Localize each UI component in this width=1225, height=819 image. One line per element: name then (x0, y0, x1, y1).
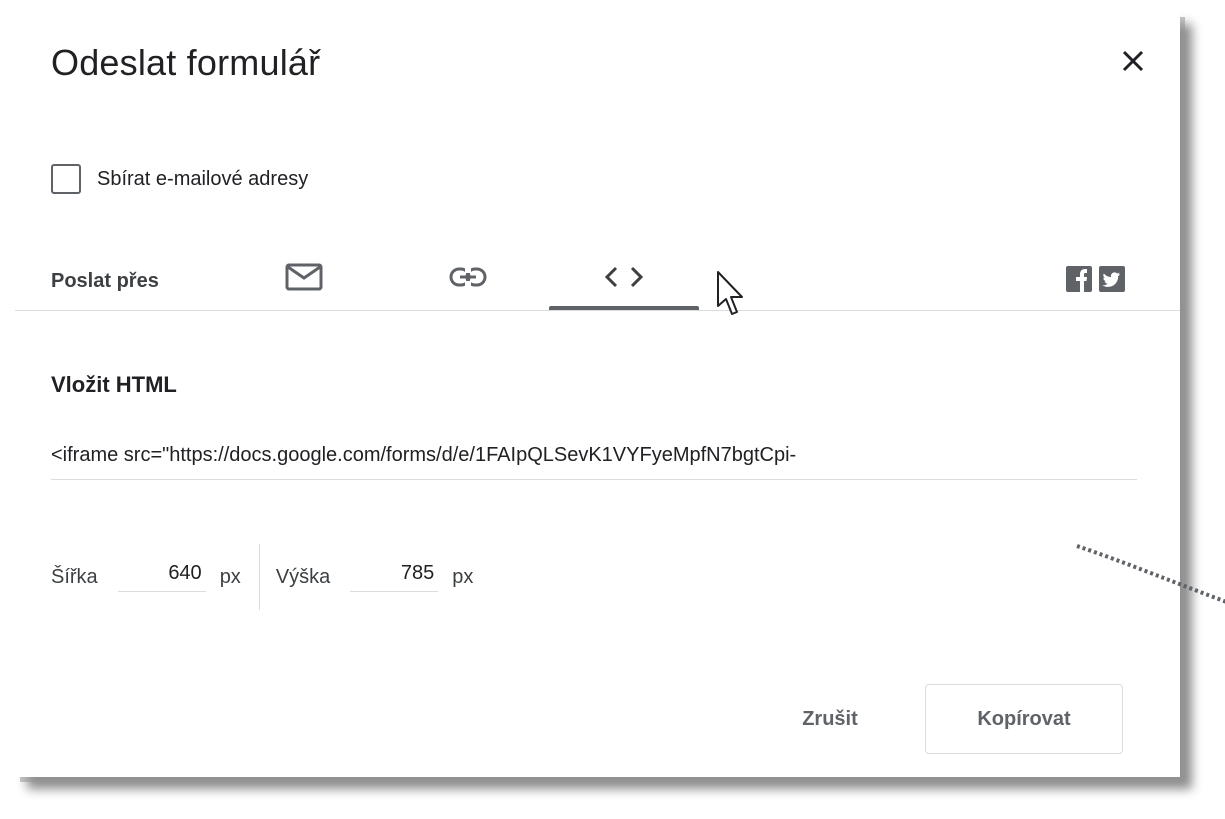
height-label: Výška (275, 565, 331, 588)
size-divider (258, 544, 260, 610)
send-via-row: Poslat přes (15, 244, 1180, 311)
facebook-icon (1076, 269, 1087, 292)
embed-code-icon (604, 266, 644, 288)
copy-button[interactable]: Kopírovat (925, 684, 1123, 754)
close-icon (1122, 50, 1144, 72)
link-icon (449, 267, 487, 287)
embed-html-heading: Vložit HTML (51, 372, 177, 397)
collect-emails-checkbox[interactable] (51, 164, 81, 194)
send-via-label: Poslat přes (51, 270, 159, 292)
embed-size-row: Šířka px Výška px (51, 544, 473, 610)
twitter-share-button[interactable] (1099, 266, 1125, 292)
active-tab-indicator (549, 306, 699, 310)
facebook-share-button[interactable] (1066, 266, 1092, 292)
tab-email[interactable] (251, 244, 357, 310)
close-button[interactable] (1116, 44, 1150, 78)
height-unit: px (452, 565, 474, 588)
tab-embed-html[interactable] (549, 244, 699, 310)
collect-emails-row: Sbírat e-mailové adresy (51, 164, 308, 194)
width-label: Šířka (51, 565, 98, 588)
height-input[interactable] (350, 562, 439, 592)
width-input[interactable] (117, 562, 206, 592)
send-form-dialog: Odeslat formulář Sbírat e-mailové adresy… (15, 12, 1225, 777)
cancel-button[interactable]: Zrušit (775, 684, 885, 754)
twitter-icon (1102, 272, 1120, 287)
dotted-callout-line (1076, 544, 1225, 604)
tab-link[interactable] (415, 244, 521, 310)
dialog-title: Odeslat formulář (51, 42, 321, 83)
email-icon (285, 263, 323, 291)
collect-emails-label: Sbírat e-mailové adresy (97, 167, 309, 190)
width-unit: px (219, 565, 241, 588)
embed-code-field[interactable]: <iframe src="https://docs.google.com/for… (51, 444, 1137, 480)
